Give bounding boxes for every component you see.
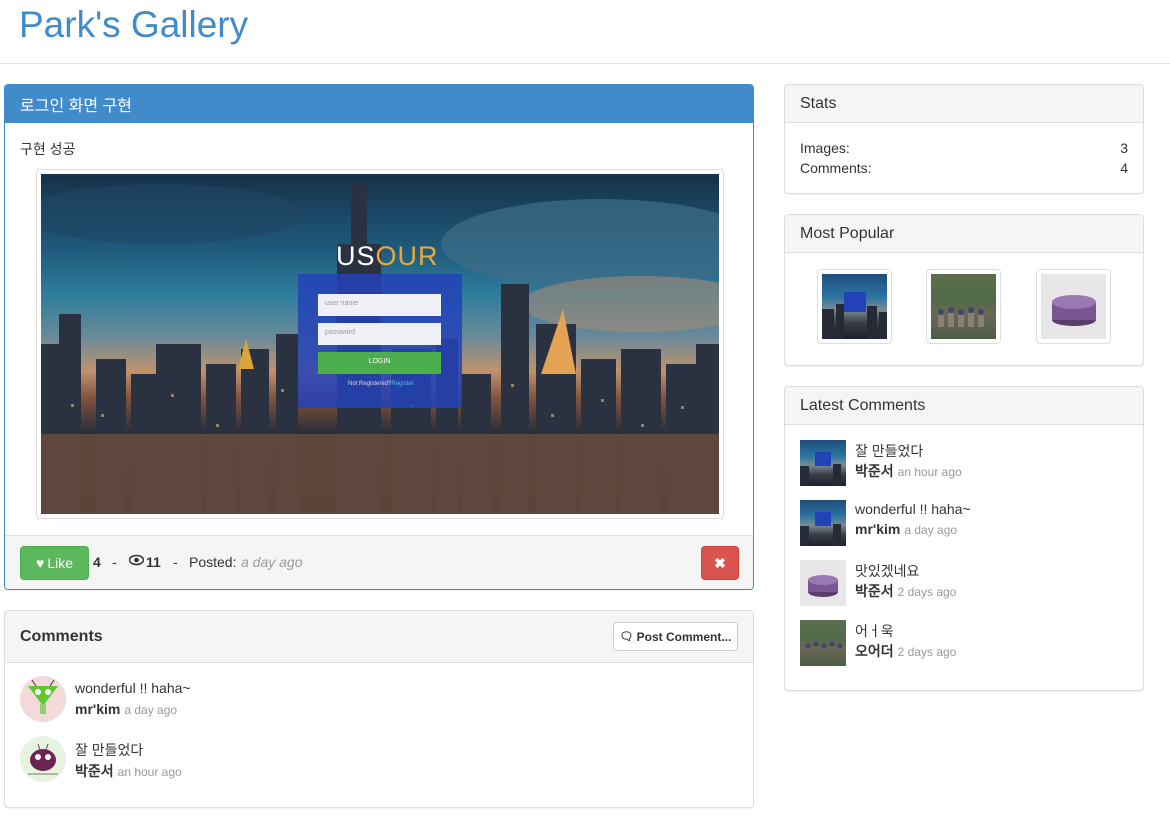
comment-author: 박준서 an hour ago — [75, 763, 182, 779]
comment-time: an hour ago — [117, 765, 182, 779]
comment-item: wonderful !! haha~ mr'kim a day ago — [20, 676, 720, 724]
city-login-thumbnail — [800, 500, 846, 546]
comment-text: 잘 만들었다 — [75, 742, 144, 758]
like-button[interactable]: ♥ Like — [20, 546, 89, 580]
comment-item: 잘 만들었다 박준서 an hour ago — [20, 736, 720, 784]
post-footer: ♥ Like 4 - 11 - Posted: a day ago ✖ — [5, 535, 753, 589]
latest-comment-item[interactable]: 맛있겠네요 박준서 2 days ago — [800, 560, 1128, 606]
separator: - — [173, 554, 178, 570]
like-count: 4 — [93, 554, 101, 570]
post-panel: 로그인 화면 구현 구현 성공 USOUR user name password… — [4, 84, 754, 590]
screenshot-password-placeholder: password — [325, 329, 355, 336]
comment-time: a day ago — [124, 703, 178, 717]
post-comment-button[interactable]: 🗨 Post Comment... — [613, 622, 738, 651]
post-image[interactable]: USOUR user name password LOGIN Not Regis… — [36, 169, 724, 519]
post-description: 구현 성공 — [20, 141, 76, 157]
post-body: 구현 성공 USOUR user name password LOGIN Not… — [5, 123, 753, 535]
posted-time: a day ago — [241, 554, 303, 570]
close-icon: ✖ — [714, 554, 726, 571]
popular-image-city[interactable] — [817, 269, 892, 344]
popular-panel: Most Popular — [784, 214, 1144, 366]
screenshot-logo: USOUR — [336, 241, 439, 271]
popular-image-cake[interactable] — [1036, 269, 1111, 344]
stat-comments: Comments: 4 — [800, 160, 1128, 176]
latest-comment-text: 맛있겠네요 — [855, 563, 920, 579]
brand-link[interactable]: Park's Gallery — [19, 4, 248, 46]
separator: - — [112, 554, 117, 570]
navbar: Park's Gallery — [0, 0, 1170, 64]
popular-title: Most Popular — [785, 215, 1143, 253]
group-photo-thumbnail — [931, 274, 996, 339]
stat-images: Images: 3 — [800, 140, 1128, 156]
posted-label: Posted: — [189, 554, 237, 570]
latest-comment-text: 어ㅓ욱 — [855, 623, 894, 639]
view-count: 11 — [146, 554, 161, 570]
city-login-thumbnail — [822, 274, 887, 339]
latest-comment-item[interactable]: wonderful !! haha~ mr'kim a day ago — [800, 500, 1128, 546]
delete-button[interactable]: ✖ — [701, 546, 739, 580]
latest-comment-text: 잘 만들었다 — [855, 443, 924, 459]
purple-alien-avatar — [20, 736, 66, 782]
latest-comment-author: 박준서 an hour ago — [855, 463, 962, 479]
group-photo-thumbnail — [800, 620, 846, 666]
latest-comment-author: mr'kim a day ago — [855, 521, 958, 537]
heart-icon: ♥ — [36, 555, 45, 571]
comment-icon: 🗨 — [619, 631, 634, 643]
screenshot-username-placeholder: user name — [325, 300, 359, 307]
comment-text: wonderful !! haha~ — [75, 680, 191, 696]
city-skyline-graphic — [41, 184, 719, 514]
comment-author: mr'kim a day ago — [75, 701, 178, 717]
comments-panel: Comments 🗨 Post Comment... wonderful !! … — [4, 610, 754, 808]
screenshot-register: Not Registered?Register — [348, 381, 414, 387]
latest-comment-author: 박준서 2 days ago — [855, 583, 957, 599]
green-alien-avatar — [20, 676, 66, 722]
city-login-screenshot: USOUR user name password LOGIN Not Regis… — [41, 174, 719, 514]
latest-comment-text: wonderful !! haha~ — [855, 501, 971, 517]
purple-cake-thumbnail — [800, 560, 846, 606]
popular-image-group[interactable] — [926, 269, 1001, 344]
screenshot-login-button: LOGIN — [368, 358, 391, 365]
city-login-thumbnail — [800, 440, 846, 486]
comments-title: Comments — [20, 627, 103, 645]
stats-title: Stats — [785, 85, 1143, 123]
latest-comments-panel: Latest Comments 잘 만들었다 박준서 an hour ago wo… — [784, 386, 1144, 691]
comments-heading: Comments 🗨 Post Comment... — [5, 611, 753, 663]
latest-title: Latest Comments — [785, 387, 1143, 425]
latest-comment-item[interactable]: 잘 만들었다 박준서 an hour ago — [800, 440, 1128, 486]
latest-comment-item[interactable]: 어ㅓ욱 오어더 2 days ago — [800, 620, 1128, 666]
eye-icon — [128, 553, 145, 569]
latest-comment-author: 오어더 2 days ago — [855, 643, 957, 659]
purple-cake-thumbnail — [1041, 274, 1106, 339]
stats-panel: Stats Images: 3 Comments: 4 — [784, 84, 1144, 194]
post-title: 로그인 화면 구현 — [5, 85, 753, 123]
